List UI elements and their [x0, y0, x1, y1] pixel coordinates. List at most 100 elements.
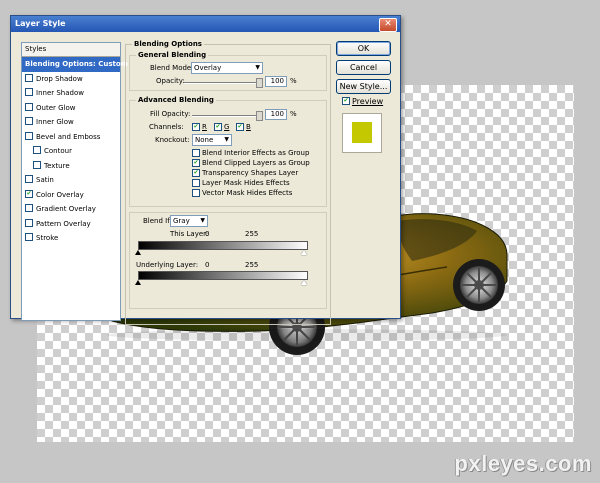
opacity-label: Opacity: — [156, 77, 185, 85]
blend-if-select[interactable]: Gray ▼ — [170, 215, 208, 227]
opacity-slider-thumb[interactable] — [256, 78, 263, 88]
style-item-blending-options[interactable]: Blending Options: Custom — [22, 57, 128, 72]
channel-g-checkbox[interactable]: ✔ G — [214, 123, 229, 131]
style-item-contour[interactable]: Contour — [22, 144, 120, 159]
blend-mode-label: Blend Mode: — [150, 64, 194, 72]
style-item-satin[interactable]: Satin — [22, 173, 120, 188]
general-blending-group: General Blending Blend Mode: Overlay ▼ O… — [129, 51, 327, 91]
style-item-inner-glow[interactable]: Inner Glow — [22, 115, 120, 130]
styles-list: Styles Blending Options: Custom Drop Sha… — [21, 42, 128, 321]
style-item-gradient-overlay[interactable]: Gradient Overlay — [22, 202, 120, 217]
channels-label: Channels: — [149, 123, 184, 131]
checkbox[interactable] — [33, 160, 41, 169]
checkbox[interactable] — [25, 102, 33, 111]
fill-opacity-slider-thumb[interactable] — [256, 111, 263, 121]
blend-clipped-checkbox[interactable]: ✔ Blend Clipped Layers as Group — [192, 159, 310, 167]
checkbox-checked[interactable]: ✔ — [342, 96, 350, 105]
blend-interior-checkbox[interactable]: Blend Interior Effects as Group — [192, 149, 309, 157]
fill-opacity-slider[interactable] — [192, 111, 263, 121]
checkbox[interactable] — [33, 146, 41, 154]
style-item-stroke[interactable]: Stroke — [22, 231, 120, 246]
dialog-body: Styles Blending Options: Custom Drop Sha… — [11, 33, 400, 325]
checkbox[interactable] — [25, 117, 33, 125]
this-layer-high: 255 — [245, 230, 259, 238]
underlying-layer-high: 255 — [245, 261, 259, 269]
ok-button[interactable]: OK — [336, 41, 391, 56]
close-icon[interactable]: ✕ — [379, 18, 397, 32]
channel-b-label: B — [246, 123, 251, 131]
vector-mask-hides-checkbox[interactable]: Vector Mask Hides Effects — [192, 189, 292, 197]
checkbox[interactable] — [25, 131, 33, 140]
style-item-texture[interactable]: Texture — [22, 159, 120, 174]
style-item-label: Outer Glow — [36, 103, 76, 112]
blend-if-label: Blend If: — [143, 217, 172, 225]
checkbox[interactable] — [25, 175, 33, 183]
style-item-label: Stroke — [36, 234, 59, 242]
checkbox[interactable] — [25, 88, 33, 96]
general-blending-title: General Blending — [136, 51, 209, 59]
fill-opacity-input[interactable]: 100 — [265, 109, 287, 120]
layer-mask-hides-label: Layer Mask Hides Effects — [202, 179, 290, 187]
style-item-drop-shadow[interactable]: Drop Shadow — [22, 72, 120, 87]
transparency-shapes-checkbox[interactable]: ✔ Transparency Shapes Layer — [192, 169, 298, 177]
fill-opacity-label: Fill Opacity: — [150, 110, 191, 118]
underlying-white-slider[interactable] — [301, 280, 307, 285]
preview-label: Preview — [352, 97, 384, 106]
style-item-label: Contour — [44, 147, 72, 155]
blend-mode-select[interactable]: Overlay ▼ — [191, 62, 263, 74]
channel-b-checkbox[interactable]: ✔ B — [236, 123, 251, 131]
watermark-logo: pxleyes.com — [454, 451, 592, 476]
this-layer-gradient — [138, 241, 308, 250]
styles-list-header[interactable]: Styles — [22, 43, 120, 57]
style-item-pattern-overlay[interactable]: Pattern Overlay — [22, 217, 120, 232]
opacity-input[interactable]: 100 — [265, 76, 287, 87]
checkbox[interactable] — [25, 218, 33, 227]
preview-checkbox[interactable]: ✔ Preview — [342, 96, 384, 106]
channel-r-checkbox[interactable]: ✔ R — [192, 123, 207, 131]
checkbox[interactable] — [25, 233, 33, 241]
style-item-label: Texture — [44, 161, 70, 170]
blend-if-group: Blend If: Gray ▼ This Layer: 0 255 Under… — [129, 212, 327, 309]
this-layer-low: 0 — [205, 230, 210, 238]
blending-options-group: Blending Options General Blending Blend … — [125, 40, 331, 325]
underlying-layer-low: 0 — [205, 261, 210, 269]
style-item-outer-glow[interactable]: Outer Glow — [22, 101, 120, 116]
style-item-label: Bevel and Emboss — [36, 132, 101, 141]
chevron-down-icon: ▼ — [255, 64, 260, 71]
new-style-button[interactable]: New Style... — [336, 79, 391, 94]
fill-opacity-unit: % — [290, 110, 297, 118]
layer-style-dialog: Layer Style ✕ Styles Blending Options: C… — [10, 15, 401, 325]
style-item-inner-shadow[interactable]: Inner Shadow — [22, 86, 120, 101]
style-item-bevel-emboss[interactable]: Bevel and Emboss — [22, 130, 120, 145]
this-layer-black-slider[interactable] — [135, 250, 141, 255]
dialog-titlebar[interactable]: Layer Style ✕ — [11, 16, 400, 32]
checkbox-checked[interactable]: ✔ — [25, 189, 33, 198]
dialog-title: Layer Style — [15, 19, 66, 28]
style-item-label: Pattern Overlay — [36, 219, 91, 228]
underlying-layer-label: Underlying Layer: — [136, 261, 199, 269]
knockout-select[interactable]: None ▼ — [192, 134, 232, 146]
advanced-blending-group: Advanced Blending Fill Opacity: 100 % Ch… — [129, 96, 327, 207]
channel-g-label: G — [224, 123, 230, 131]
this-layer-label: This Layer: — [170, 230, 209, 238]
style-item-label: Drop Shadow — [36, 74, 83, 83]
style-item-label: Satin — [36, 176, 54, 184]
chevron-down-icon: ▼ — [224, 136, 229, 143]
checkbox[interactable] — [25, 73, 33, 82]
this-layer-white-slider[interactable] — [301, 250, 307, 255]
layer-mask-hides-checkbox[interactable]: Layer Mask Hides Effects — [192, 179, 290, 187]
knockout-label: Knockout: — [155, 136, 190, 144]
style-item-color-overlay[interactable]: ✔ Color Overlay — [22, 188, 120, 203]
advanced-blending-title: Advanced Blending — [136, 96, 216, 104]
style-item-label: Inner Shadow — [36, 89, 84, 97]
blending-options-title: Blending Options — [132, 40, 204, 48]
underlying-layer-gradient — [138, 271, 308, 280]
style-preview-thumbnail — [342, 113, 382, 153]
cancel-button[interactable]: Cancel — [336, 60, 391, 75]
blend-mode-value: Overlay — [194, 64, 222, 72]
opacity-unit: % — [290, 77, 297, 85]
underlying-black-slider[interactable] — [135, 280, 141, 285]
checkbox[interactable] — [25, 204, 33, 212]
opacity-slider[interactable] — [184, 78, 263, 88]
preview-color-swatch — [352, 122, 372, 143]
